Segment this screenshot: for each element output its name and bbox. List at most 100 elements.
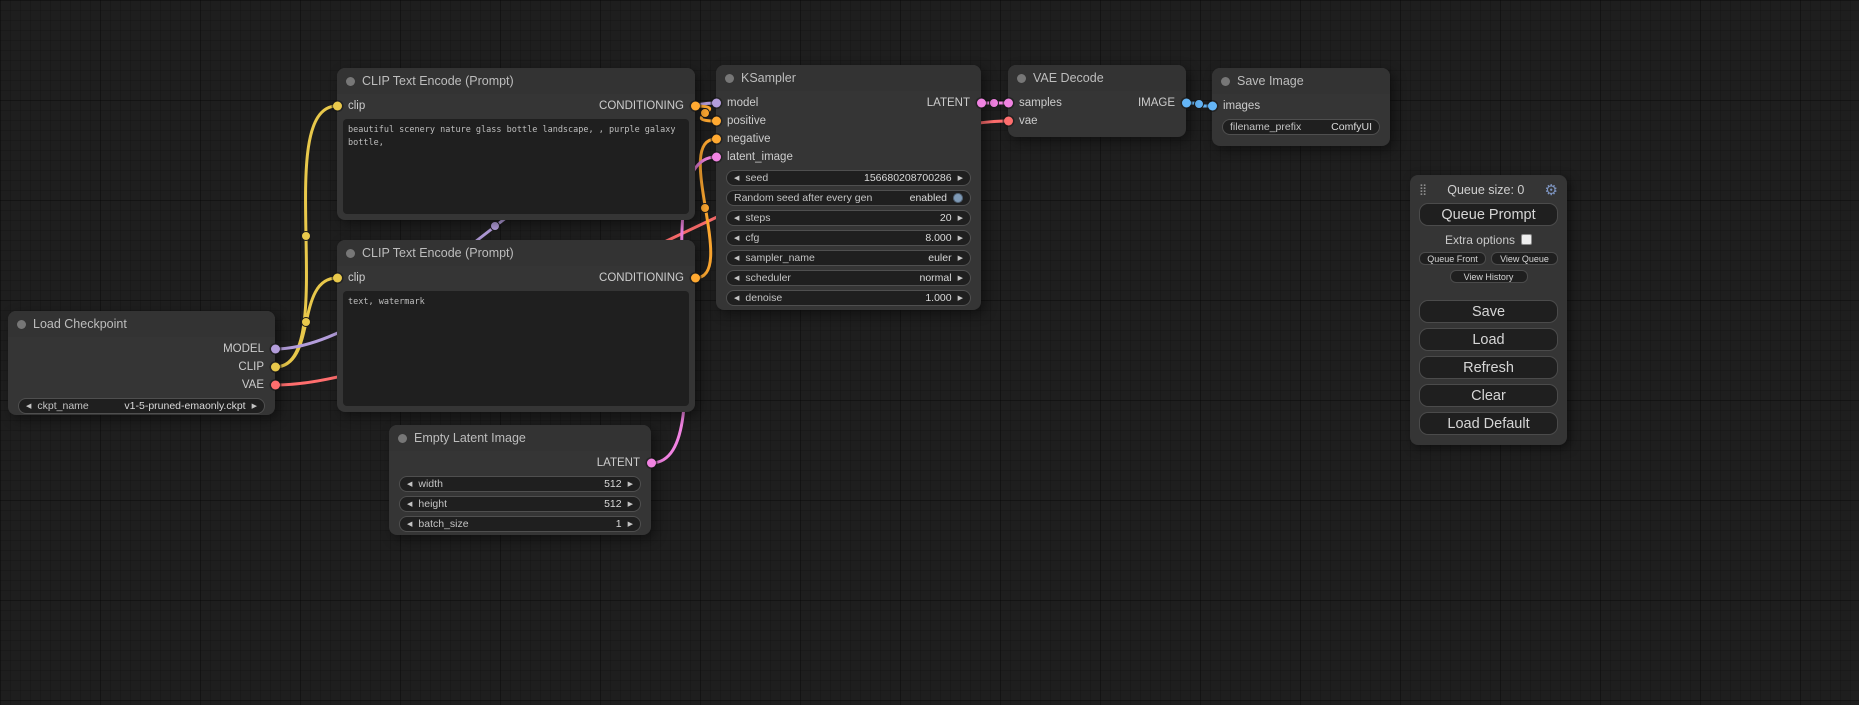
decrement-arrow-icon[interactable]: ◀: [407, 501, 412, 508]
input-dot-negative[interactable]: [712, 135, 721, 144]
collapse-dot[interactable]: [1221, 77, 1230, 86]
input-dot-model[interactable]: [712, 99, 721, 108]
increment-arrow-icon[interactable]: ▶: [252, 403, 257, 410]
input-dot-latent-image[interactable]: [712, 153, 721, 162]
decrement-arrow-icon[interactable]: ◀: [734, 295, 739, 302]
widget-ckpt-name[interactable]: ◀ ckpt_name v1-5-pruned-emaonly.ckpt ▶: [18, 398, 265, 414]
widget-batch-size[interactable]: ◀ batch_size 1 ▶: [399, 516, 641, 532]
extra-options-checkbox[interactable]: [1521, 234, 1532, 245]
increment-arrow-icon[interactable]: ▶: [958, 215, 963, 222]
decrement-arrow-icon[interactable]: ◀: [407, 521, 412, 528]
widget-scheduler[interactable]: ◀ scheduler normal ▶: [726, 270, 971, 286]
toggle-indicator[interactable]: [953, 193, 963, 203]
collapse-dot[interactable]: [398, 434, 407, 443]
node-title-bar[interactable]: VAE Decode: [1008, 65, 1186, 91]
widget-value[interactable]: euler: [928, 252, 951, 264]
refresh-button[interactable]: Refresh: [1419, 356, 1558, 379]
output-dot-latent[interactable]: [977, 99, 986, 108]
node-graph-canvas[interactable]: Load Checkpoint MODEL CLIP VAE ◀ ckpt_na…: [0, 0, 1859, 705]
load-button[interactable]: Load: [1419, 328, 1558, 351]
widget-width[interactable]: ◀ width 512 ▶: [399, 476, 641, 492]
increment-arrow-icon[interactable]: ▶: [958, 275, 963, 282]
decrement-arrow-icon[interactable]: ◀: [734, 235, 739, 242]
widget-value[interactable]: ComfyUI: [1331, 121, 1372, 133]
increment-arrow-icon[interactable]: ▶: [628, 481, 633, 488]
widget-value[interactable]: v1-5-pruned-emaonly.ckpt: [124, 400, 245, 412]
output-dot-model[interactable]: [271, 345, 280, 354]
node-vae-decode[interactable]: VAE Decode samples IMAGE vae: [1008, 65, 1186, 137]
node-ksampler[interactable]: KSampler model LATENT positive negative …: [716, 65, 981, 310]
widget-denoise[interactable]: ◀ denoise 1.000 ▶: [726, 290, 971, 306]
widget-seed[interactable]: ◀ seed 156680208700286 ▶: [726, 170, 971, 186]
input-slot-label: latent_image: [727, 151, 793, 163]
collapse-dot[interactable]: [346, 249, 355, 258]
output-dot-image[interactable]: [1182, 99, 1191, 108]
decrement-arrow-icon[interactable]: ◀: [734, 275, 739, 282]
prompt-textarea[interactable]: text, watermark: [343, 291, 689, 406]
increment-arrow-icon[interactable]: ▶: [958, 255, 963, 262]
node-title-bar[interactable]: Load Checkpoint: [8, 311, 275, 337]
widget-steps[interactable]: ◀ steps 20 ▶: [726, 210, 971, 226]
save-button[interactable]: Save: [1419, 300, 1558, 323]
widget-value[interactable]: 1: [616, 518, 622, 530]
increment-arrow-icon[interactable]: ▶: [628, 501, 633, 508]
increment-arrow-icon[interactable]: ▶: [958, 295, 963, 302]
input-dot-clip[interactable]: [333, 274, 342, 283]
increment-arrow-icon[interactable]: ▶: [958, 235, 963, 242]
collapse-dot[interactable]: [17, 320, 26, 329]
node-save-image[interactable]: Save Image images filename_prefix ComfyU…: [1212, 68, 1390, 146]
widget-value[interactable]: 512: [604, 498, 622, 510]
increment-arrow-icon[interactable]: ▶: [628, 521, 633, 528]
node-title-bar[interactable]: CLIP Text Encode (Prompt): [337, 240, 695, 266]
widget-sampler-name[interactable]: ◀ sampler_name euler ▶: [726, 250, 971, 266]
output-dot-vae[interactable]: [271, 381, 280, 390]
settings-gear-icon[interactable]: ⚙: [1545, 181, 1558, 199]
widget-random-seed-toggle[interactable]: Random seed after every gen enabled: [726, 190, 971, 206]
view-queue-button[interactable]: View Queue: [1491, 252, 1558, 265]
clear-button[interactable]: Clear: [1419, 384, 1558, 407]
collapse-dot[interactable]: [725, 74, 734, 83]
prompt-textarea[interactable]: beautiful scenery nature glass bottle la…: [343, 119, 689, 214]
decrement-arrow-icon[interactable]: ◀: [734, 255, 739, 262]
input-dot-samples[interactable]: [1004, 99, 1013, 108]
load-default-button[interactable]: Load Default: [1419, 412, 1558, 435]
decrement-arrow-icon[interactable]: ◀: [734, 215, 739, 222]
node-empty-latent-image[interactable]: Empty Latent Image LATENT ◀ width 512 ▶ …: [389, 425, 651, 535]
node-clip-text-encode-positive[interactable]: CLIP Text Encode (Prompt) clip CONDITION…: [337, 68, 695, 220]
widget-value[interactable]: 1.000: [925, 292, 951, 304]
comfy-menu[interactable]: ⣿ Queue size: 0 ⚙ Queue Prompt Extra opt…: [1410, 175, 1567, 445]
widget-filename-prefix[interactable]: filename_prefix ComfyUI: [1222, 119, 1380, 135]
node-title-bar[interactable]: Empty Latent Image: [389, 425, 651, 451]
output-dot-latent[interactable]: [647, 459, 656, 468]
widget-value[interactable]: 8.000: [925, 232, 951, 244]
decrement-arrow-icon[interactable]: ◀: [26, 403, 31, 410]
collapse-dot[interactable]: [1017, 74, 1026, 83]
widget-height[interactable]: ◀ height 512 ▶: [399, 496, 641, 512]
output-dot-conditioning[interactable]: [691, 274, 700, 283]
widget-value[interactable]: 512: [604, 478, 622, 490]
input-dot-images[interactable]: [1208, 102, 1217, 111]
widget-cfg[interactable]: ◀ cfg 8.000 ▶: [726, 230, 971, 246]
increment-arrow-icon[interactable]: ▶: [958, 175, 963, 182]
decrement-arrow-icon[interactable]: ◀: [407, 481, 412, 488]
view-history-button[interactable]: View History: [1450, 270, 1528, 283]
output-dot-clip[interactable]: [271, 363, 280, 372]
decrement-arrow-icon[interactable]: ◀: [734, 175, 739, 182]
input-dot-clip[interactable]: [333, 102, 342, 111]
widget-value[interactable]: 20: [940, 212, 952, 224]
output-dot-conditioning[interactable]: [691, 102, 700, 111]
drag-handle-icon[interactable]: ⣿: [1419, 183, 1427, 196]
queue-prompt-button[interactable]: Queue Prompt: [1419, 203, 1558, 226]
node-clip-text-encode-negative[interactable]: CLIP Text Encode (Prompt) clip CONDITION…: [337, 240, 695, 412]
node-title-bar[interactable]: KSampler: [716, 65, 981, 91]
queue-front-button[interactable]: Queue Front: [1419, 252, 1486, 265]
widget-value[interactable]: enabled: [910, 192, 947, 204]
collapse-dot[interactable]: [346, 77, 355, 86]
node-title-bar[interactable]: CLIP Text Encode (Prompt): [337, 68, 695, 94]
input-dot-positive[interactable]: [712, 117, 721, 126]
widget-value[interactable]: 156680208700286: [864, 172, 952, 184]
node-load-checkpoint[interactable]: Load Checkpoint MODEL CLIP VAE ◀ ckpt_na…: [8, 311, 275, 415]
node-title-bar[interactable]: Save Image: [1212, 68, 1390, 94]
input-dot-vae[interactable]: [1004, 117, 1013, 126]
widget-value[interactable]: normal: [920, 272, 952, 284]
